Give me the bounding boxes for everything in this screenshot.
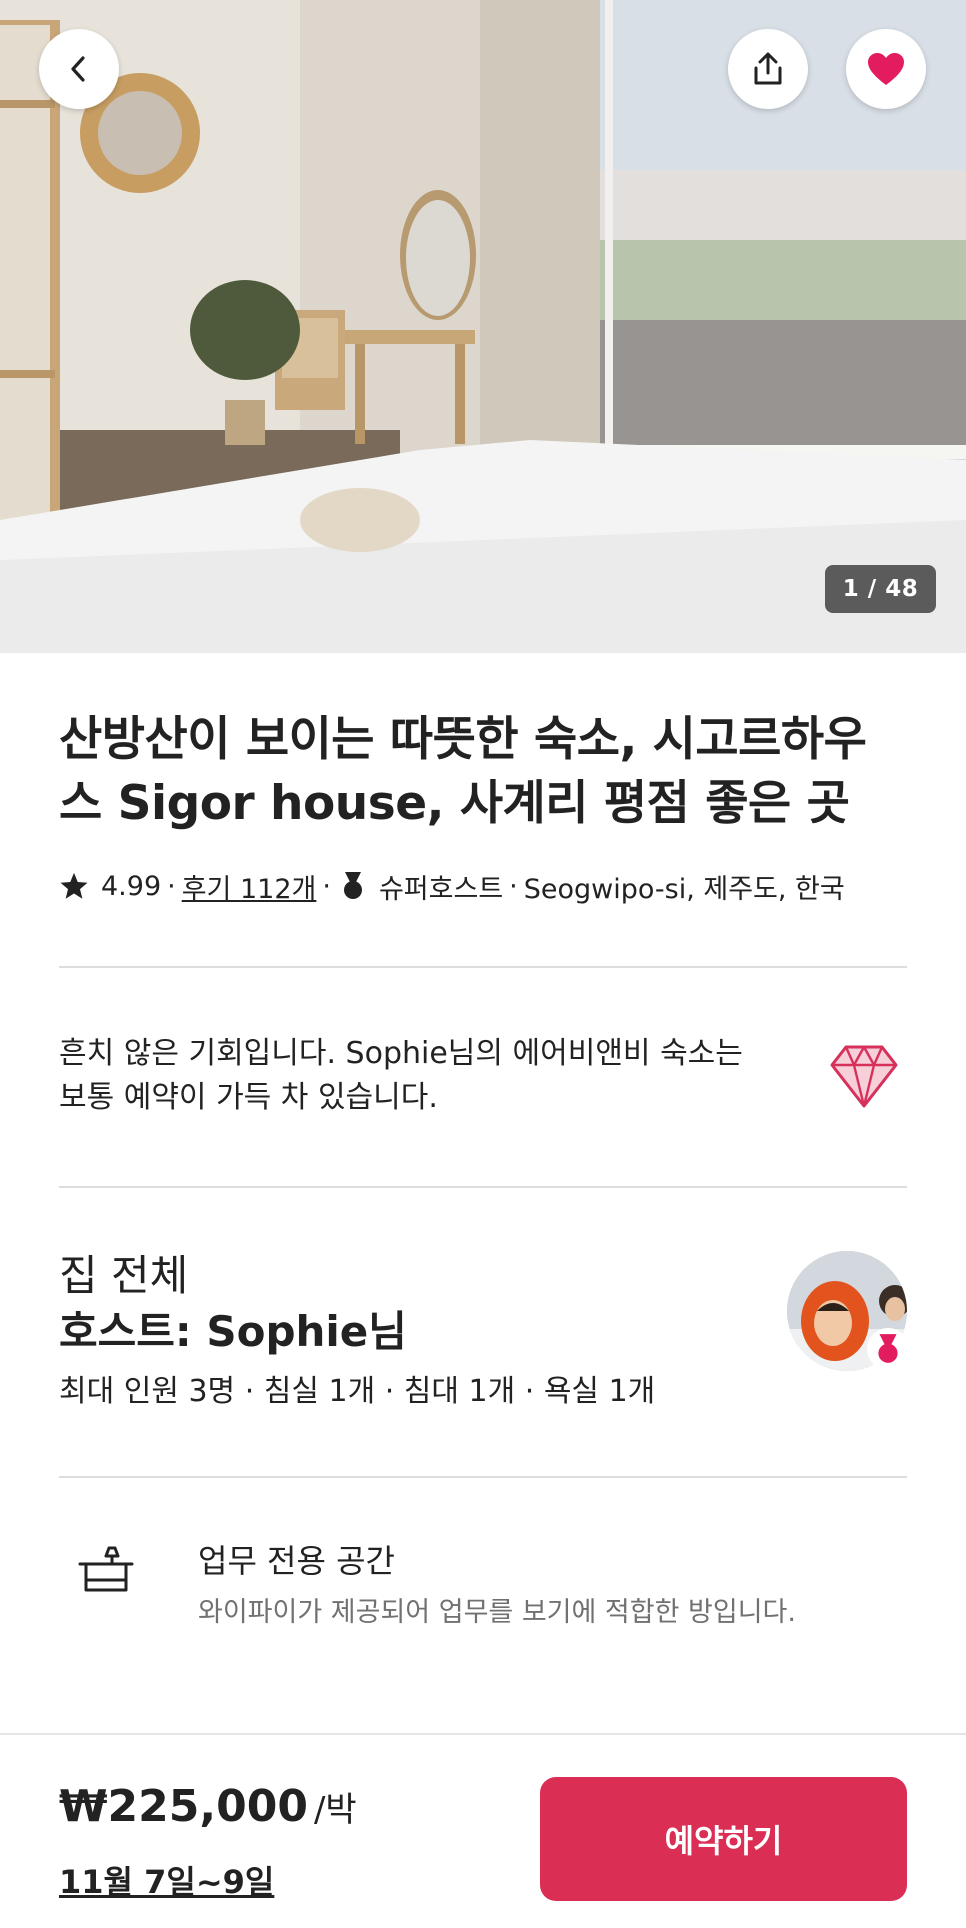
listing-photo[interactable]: 1 / 48 <box>0 0 966 653</box>
price-block: ₩225,000/박 <box>59 1781 357 1832</box>
feature-workspace: 업무 전용 공간 와이파이가 제공되어 업무를 보기에 적합한 방입니다. <box>59 1478 907 1668</box>
feature-description: 와이파이가 제공되어 업무를 보기에 적합한 방입니다. <box>198 1597 796 1628</box>
price-unit: /박 <box>313 1790 357 1830</box>
reviews-link[interactable]: 후기 112개 <box>182 867 317 906</box>
superhost-medal-icon <box>343 872 362 899</box>
star-icon <box>60 872 88 899</box>
superhost-label: 슈퍼호스트 <box>378 873 504 905</box>
listing-meta: 4.99 · 후기 112개 · 슈퍼호스트 · Seogwipo-si, 제주… <box>59 866 907 906</box>
room-photo-image <box>0 0 966 653</box>
listing-details: 산방산이 보이는 따뜻한 숙소, 시고르하우스 Sigor house, 사계리… <box>59 653 909 1668</box>
share-button[interactable] <box>728 29 808 109</box>
feature-title: 업무 전용 공간 <box>198 1542 395 1580</box>
separator: · <box>167 870 176 902</box>
reserve-button[interactable]: 예약하기 <box>540 1777 907 1901</box>
stay-dates[interactable]: 11월 7일~9일 <box>59 1857 274 1903</box>
booking-bar: ₩225,000/박 11월 7일~9일 예약하기 <box>0 1733 966 1928</box>
photo-counter: 1 / 48 <box>825 565 936 613</box>
desk-icon <box>78 1546 134 1592</box>
heart-icon <box>868 53 904 85</box>
listing-type: 집 전체 <box>59 1251 189 1300</box>
chevron-left-icon <box>71 56 85 82</box>
rare-find-text: 흔치 않은 기회입니다. Sophie님의 에어비앤비 숙소는 보통 예약이 가… <box>59 1036 743 1115</box>
superhost-badge <box>867 1328 909 1370</box>
superhost-medal-icon <box>878 1334 898 1363</box>
host-name: 호스트: Sophie님 <box>59 1307 407 1356</box>
share-icon <box>754 52 782 85</box>
listing-title: 산방산이 보이는 따뜻한 숙소, 시고르하우스 Sigor house, 사계리… <box>59 712 867 831</box>
separator: · <box>509 870 518 902</box>
favorite-button[interactable] <box>846 29 926 109</box>
separator: · <box>322 870 331 902</box>
back-button[interactable] <box>39 29 119 109</box>
price-amount: ₩225,000 <box>59 1781 308 1832</box>
capacity-info: 최대 인원 3명 · 침실 1개 · 침대 1개 · 욕실 1개 <box>59 1374 656 1409</box>
rare-find-section: 흔치 않은 기회입니다. Sophie님의 에어비앤비 숙소는 보통 예약이 가… <box>59 968 907 1186</box>
location-text: Seogwipo-si, 제주도, 한국 <box>523 873 845 905</box>
rating-value: 4.99 <box>101 870 162 902</box>
diamond-icon <box>830 1045 898 1108</box>
host-section: 집 전체 호스트: Sophie님 최대 인원 3명 · 침실 1개 · 침대 … <box>59 1188 909 1476</box>
